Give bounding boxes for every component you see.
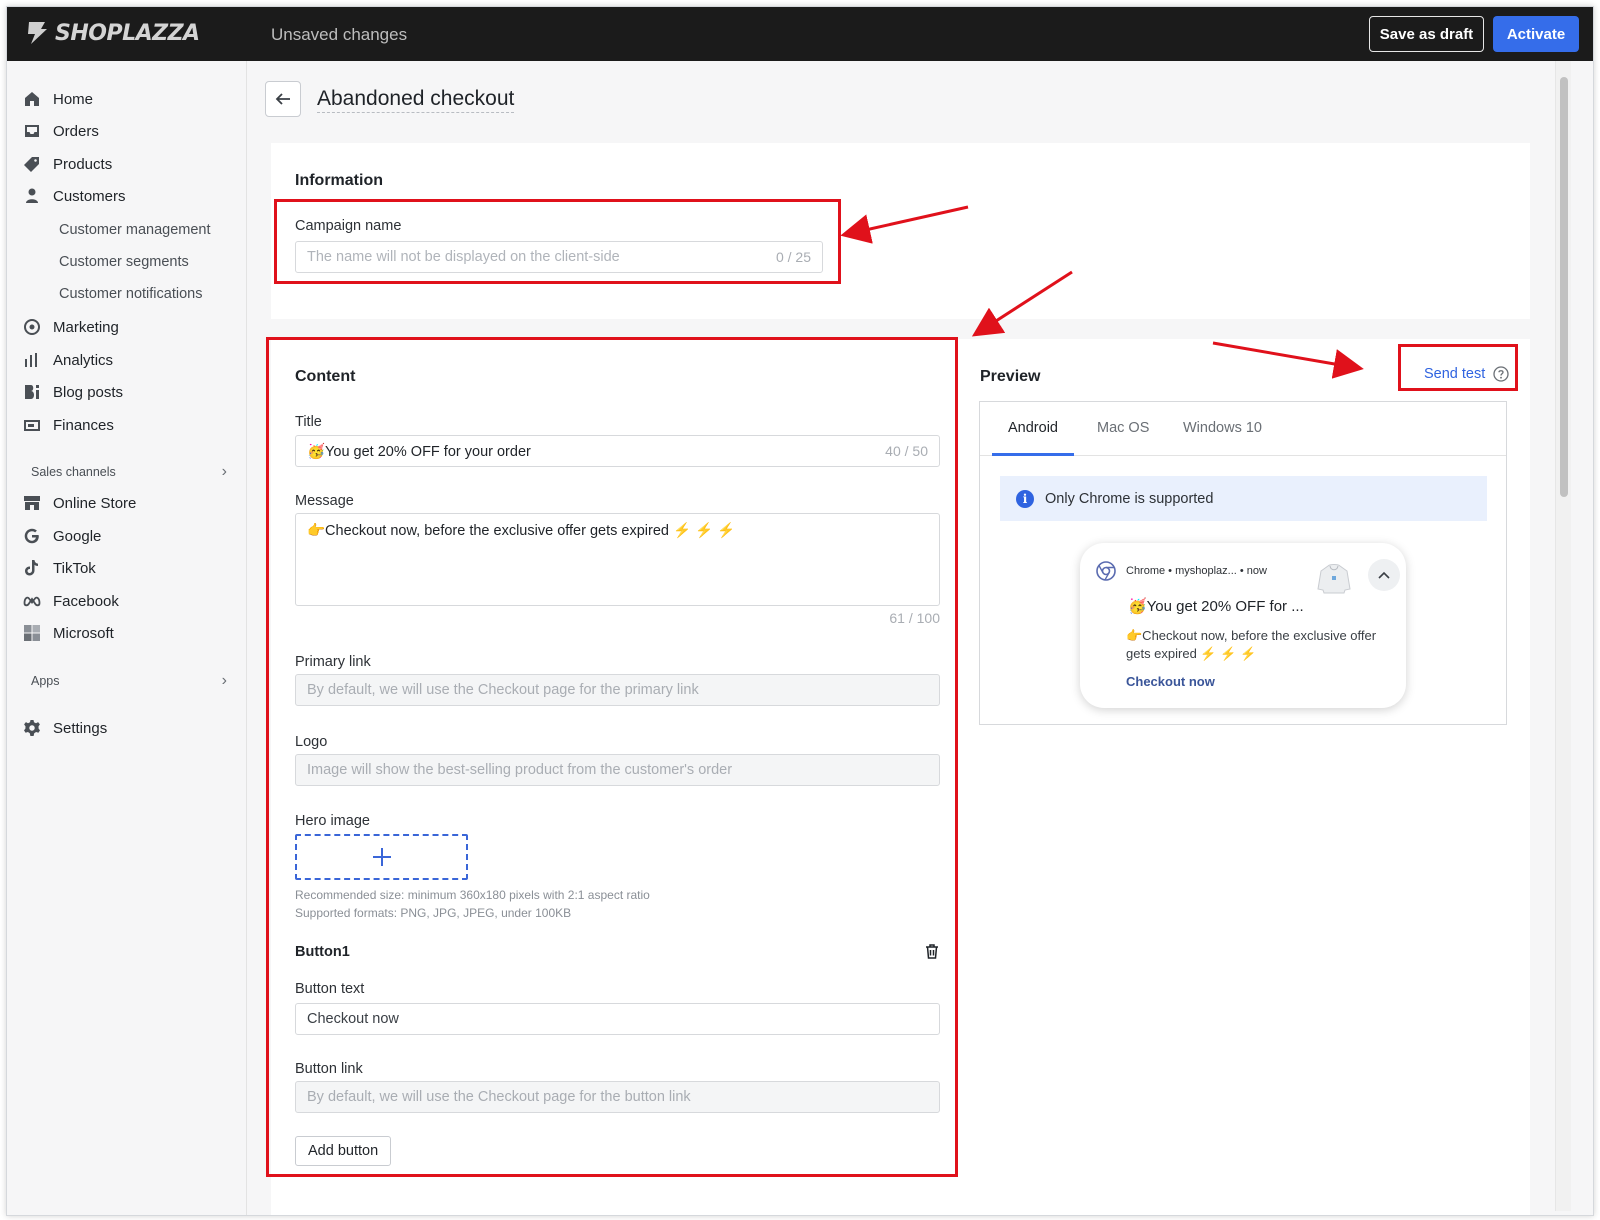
chevron-right-icon: › xyxy=(221,463,227,480)
finance-icon xyxy=(24,420,40,431)
sidebar-item-analytics[interactable]: Analytics xyxy=(23,346,113,374)
preview-panel: Android Mac OS Windows 10 i Only Chrome … xyxy=(979,401,1507,725)
sidebar-subitem-customer-notifications[interactable]: Customer notifications xyxy=(59,282,202,306)
microsoft-icon xyxy=(24,625,40,641)
notice-text: Only Chrome is supported xyxy=(1045,490,1214,507)
sidebar-item-label: Blog posts xyxy=(53,383,124,401)
sidebar-item-label: Online Store xyxy=(53,494,137,512)
blog-icon xyxy=(25,385,39,399)
activate-button[interactable]: Activate xyxy=(1493,16,1579,52)
sidebar-item-google[interactable]: Google xyxy=(23,522,101,550)
tab-windows-10[interactable]: Windows 10 xyxy=(1183,420,1262,436)
apps-group[interactable]: Apps › xyxy=(31,672,231,690)
gear-icon xyxy=(24,720,40,736)
sidebar-item-orders[interactable]: Orders xyxy=(23,117,99,145)
brand-name: SHOPLAZZA xyxy=(55,20,200,46)
inbox-icon xyxy=(25,125,39,137)
notification-action-button[interactable]: Checkout now xyxy=(1126,674,1215,689)
sidebar-item-tiktok[interactable]: TikTok xyxy=(23,554,96,582)
sidebar-item-customers[interactable]: Customers xyxy=(23,182,126,210)
sidebar-item-label: Analytics xyxy=(53,351,114,369)
sidebar-item-label: TikTok xyxy=(53,559,96,577)
sidebar-item-home[interactable]: Home xyxy=(23,85,93,113)
sidebar-subitem-customer-segments[interactable]: Customer segments xyxy=(59,250,189,274)
annotation-box-campaign-name xyxy=(274,199,841,284)
tab-android[interactable]: Android xyxy=(1008,420,1058,436)
sidebar-item-label: Microsoft xyxy=(53,624,114,642)
sidebar-subitem-customer-management[interactable]: Customer management xyxy=(59,218,211,242)
save-as-draft-button[interactable]: Save as draft xyxy=(1369,16,1484,52)
chrome-support-notice: i Only Chrome is supported xyxy=(1000,476,1487,521)
unsaved-status: Unsaved changes xyxy=(271,25,408,44)
sidebar-item-label: Customers xyxy=(53,187,126,205)
sidebar-item-label: Settings xyxy=(53,719,108,737)
notification-preview: Chrome • myshoplaz... • now 🥳You get 20%… xyxy=(1080,543,1406,708)
notification-source: Chrome • myshoplaz... • now xyxy=(1126,565,1267,577)
sidebar-item-products[interactable]: Products xyxy=(23,150,112,178)
notification-title: 🥳You get 20% OFF for ... xyxy=(1128,598,1304,615)
sidebar-item-label: Marketing xyxy=(53,318,119,336)
sidebar: Home Orders Products Customers Customer … xyxy=(7,61,247,1215)
meta-icon xyxy=(23,596,41,607)
collapse-button[interactable] xyxy=(1368,559,1400,591)
scrollbar[interactable] xyxy=(1555,61,1571,1211)
scrollbar-thumb[interactable] xyxy=(1560,77,1568,497)
notification-message: 👉Checkout now, before the exclusive offe… xyxy=(1126,628,1377,661)
information-heading: Information xyxy=(295,172,383,189)
sidebar-item-finances[interactable]: Finances xyxy=(23,411,114,439)
tiktok-icon xyxy=(25,560,38,576)
sales-channels-label: Sales channels xyxy=(31,465,116,479)
back-button[interactable] xyxy=(265,81,301,117)
active-tab-indicator xyxy=(992,453,1074,456)
sidebar-item-settings[interactable]: Settings xyxy=(23,714,107,742)
hoodie-thumbnail-icon xyxy=(1317,564,1351,594)
chevron-up-icon xyxy=(1378,571,1390,579)
platform-tabs: Android Mac OS Windows 10 xyxy=(980,402,1506,456)
sales-channels-group[interactable]: Sales channels › xyxy=(31,463,231,481)
bar-chart-icon xyxy=(25,353,37,367)
tab-mac-os[interactable]: Mac OS xyxy=(1097,420,1149,436)
sidebar-item-label: Home xyxy=(53,90,94,108)
top-bar: SHOPLAZZA Unsaved changes Save as draft … xyxy=(7,7,1593,61)
chevron-right-icon: › xyxy=(221,672,227,689)
tag-icon xyxy=(24,157,39,172)
home-icon xyxy=(25,92,39,106)
target-icon xyxy=(24,319,40,335)
sidebar-item-label: Facebook xyxy=(53,592,119,610)
page-title: Abandoned checkout xyxy=(317,87,515,113)
sidebar-item-label: Finances xyxy=(53,416,114,434)
sidebar-item-online-store[interactable]: Online Store xyxy=(23,489,136,517)
shoplazza-logo-icon xyxy=(28,22,47,44)
google-icon xyxy=(24,528,39,544)
annotation-box-content xyxy=(266,337,958,1177)
sidebar-item-label: Google xyxy=(53,527,102,545)
brand-logo[interactable]: SHOPLAZZA xyxy=(25,20,200,46)
notification-header: Chrome • myshoplaz... • now xyxy=(1096,561,1267,581)
apps-label: Apps xyxy=(31,674,60,688)
store-icon xyxy=(24,496,40,510)
preview-heading: Preview xyxy=(980,368,1041,385)
person-icon xyxy=(26,188,38,203)
chrome-icon xyxy=(1096,561,1116,581)
sidebar-item-label: Products xyxy=(53,155,113,173)
sidebar-item-blog-posts[interactable]: Blog posts xyxy=(23,378,123,406)
sidebar-item-marketing[interactable]: Marketing xyxy=(23,313,119,341)
arrow-left-icon xyxy=(275,93,290,105)
sidebar-item-microsoft[interactable]: Microsoft xyxy=(23,619,114,647)
sidebar-item-label: Orders xyxy=(53,122,99,140)
info-icon: i xyxy=(1016,489,1034,508)
sidebar-item-facebook[interactable]: Facebook xyxy=(23,587,119,615)
annotation-box-send-test xyxy=(1398,344,1518,391)
